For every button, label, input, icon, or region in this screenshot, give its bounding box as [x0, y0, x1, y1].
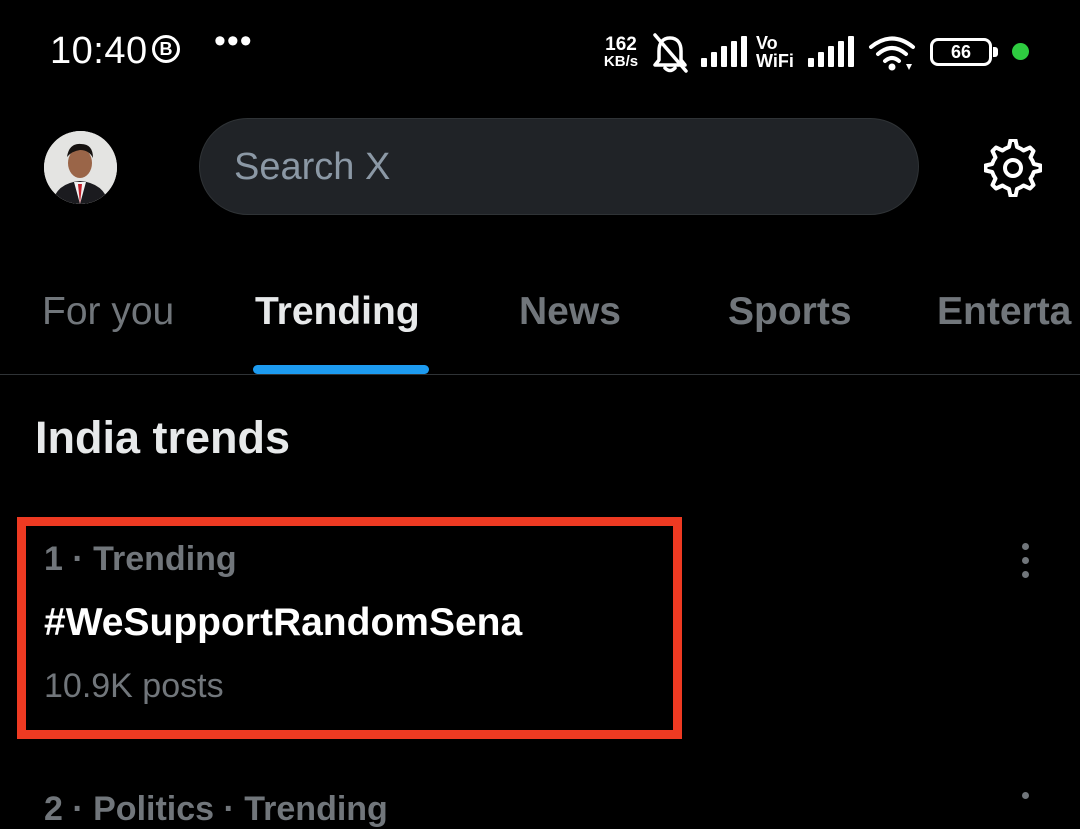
search-box[interactable]: [199, 118, 919, 216]
b-badge-icon: B: [152, 35, 180, 63]
wifi-icon: [869, 36, 915, 71]
vowifi-wifi: WiFi: [756, 51, 794, 71]
vowifi-label: Vo WiFi: [756, 34, 794, 70]
battery-level: 66: [950, 42, 972, 62]
highlight-box: [17, 517, 682, 739]
tab-bar: For you Trending News Sports Enterta: [0, 270, 1080, 375]
active-tab-indicator: [253, 365, 429, 374]
search-input[interactable]: [232, 119, 876, 216]
clock: 10:40: [50, 30, 148, 72]
tab-sports[interactable]: Sports: [728, 290, 852, 334]
trend-meta-2: 2 · Politics · Trending: [44, 790, 388, 828]
network-speed: 162 KB/s: [599, 34, 643, 70]
network-speed-unit: KB/s: [603, 53, 639, 70]
avatar-photo: [44, 131, 117, 204]
avatar[interactable]: [44, 131, 117, 204]
network-speed-value: 162: [605, 34, 637, 55]
tab-entertainment[interactable]: Enterta: [937, 290, 1071, 334]
signal-bars-2-icon: [808, 36, 854, 67]
signal-bars-icon: [701, 36, 747, 67]
tab-trending[interactable]: Trending: [255, 290, 420, 334]
section-title: India trends: [35, 412, 291, 463]
battery-icon: 66: [930, 38, 998, 66]
green-dot-icon: [1012, 43, 1029, 60]
bell-muted-icon: [653, 33, 688, 73]
vowifi-vo: Vo: [756, 33, 778, 53]
status-bar: 10:40 B ••• 162 KB/s Vo WiFi 66: [0, 0, 1080, 104]
tab-news[interactable]: News: [519, 290, 621, 334]
more-options-icon[interactable]: [1010, 543, 1040, 579]
tab-for-you[interactable]: For you: [42, 290, 174, 334]
more-notifications-icon: •••: [214, 22, 253, 60]
more-options-icon-2[interactable]: [1010, 792, 1040, 800]
gear-icon[interactable]: [984, 139, 1042, 197]
